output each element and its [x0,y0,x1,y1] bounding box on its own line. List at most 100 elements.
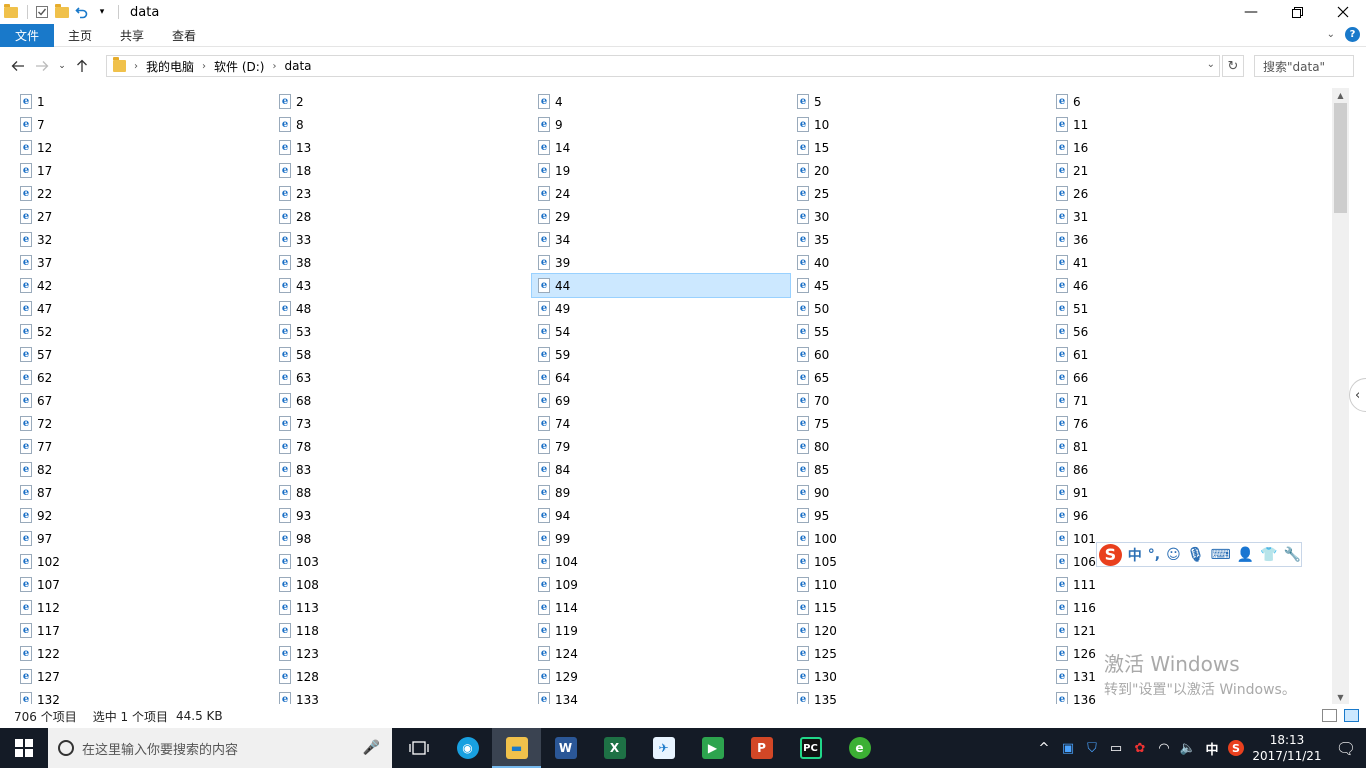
file-item[interactable]: e 72 [18,412,277,435]
file-item[interactable]: e 117 [18,619,277,642]
action-center-icon[interactable]: 🗨 [1326,728,1366,768]
file-item[interactable]: e 128 [277,665,536,688]
file-item[interactable]: e 56 [1054,320,1313,343]
file-item[interactable]: e 37 [18,251,277,274]
taskbar-app-pycharm[interactable]: PC [786,728,835,768]
file-item[interactable]: e 107 [18,573,277,596]
file-item[interactable]: e 130 [795,665,1054,688]
file-item[interactable]: e 39 [536,251,795,274]
file-item[interactable]: e 66 [1054,366,1313,389]
forward-button[interactable] [30,54,54,78]
ime-toolbar[interactable]: S 中 °, ☺ 🎙 ⌨ 👤 👕 🔧 [1096,542,1302,567]
restore-button[interactable] [1274,0,1320,24]
file-item[interactable]: e 68 [277,389,536,412]
chevron-right-icon[interactable]: › [272,61,276,72]
tab-home[interactable]: 主页 [54,24,106,47]
file-item[interactable]: e 124 [536,642,795,665]
file-item[interactable]: e 102 [18,550,277,573]
file-item[interactable]: e 10 [795,113,1054,136]
sogou-logo-icon[interactable]: S [1099,543,1122,566]
details-view-icon[interactable] [1322,709,1337,722]
customize-toolbar-dropdown[interactable]: ▾ [93,3,111,21]
file-item[interactable]: e 81 [1054,435,1313,458]
taskbar-app-word[interactable]: W [541,728,590,768]
file-item[interactable]: e 62 [18,366,277,389]
file-item[interactable]: e 40 [795,251,1054,274]
file-item[interactable]: e 47 [18,297,277,320]
file-item[interactable]: e 42 [18,274,277,297]
file-item[interactable]: e 113 [277,596,536,619]
file-item[interactable]: e 61 [1054,343,1313,366]
file-item[interactable]: e 135 [795,688,1054,704]
microphone-icon[interactable]: 🎙 [1187,547,1205,563]
emoji-icon[interactable]: ☺ [1166,547,1181,563]
file-item[interactable]: e 30 [795,205,1054,228]
file-item[interactable]: e 95 [795,504,1054,527]
file-item[interactable]: e2 [277,90,536,113]
taskbar-app-browser[interactable]: e [835,728,884,768]
task-view-button[interactable] [394,728,443,768]
file-item[interactable]: e 14 [536,136,795,159]
file-item[interactable]: e 90 [795,481,1054,504]
taskbar-app-video[interactable]: ▶ [688,728,737,768]
file-item[interactable]: e 33 [277,228,536,251]
scroll-up-icon[interactable]: ▲ [1332,88,1349,102]
file-item[interactable]: e 125 [795,642,1054,665]
security-shield-icon[interactable]: ⛉ [1080,728,1104,768]
file-item[interactable]: e 96 [1054,504,1313,527]
volume-icon[interactable]: 🔈 [1176,728,1200,768]
properties-icon[interactable] [33,3,51,21]
file-item[interactable]: e 67 [18,389,277,412]
file-item[interactable]: e 129 [536,665,795,688]
file-item[interactable]: e 76 [1054,412,1313,435]
file-item[interactable]: e 111 [1054,573,1313,596]
taskbar-app-excel[interactable]: X [590,728,639,768]
back-button[interactable] [6,54,30,78]
ime-punctuation-toggle[interactable]: °, [1148,547,1160,563]
tab-share[interactable]: 共享 [106,24,158,47]
show-hidden-icons-icon[interactable]: ^ [1032,728,1056,768]
file-item[interactable]: e 89 [536,481,795,504]
recent-locations-dropdown[interactable]: ⌄ [54,54,70,78]
file-item[interactable]: e5 [795,90,1054,113]
tab-file[interactable]: 文件 [0,23,55,47]
address-bar[interactable]: › 我的电脑 › 软件 (D:) › data ⌄ [106,55,1220,77]
up-button[interactable] [70,54,94,78]
file-item[interactable]: e 120 [795,619,1054,642]
taskbar-app-file-explorer[interactable]: ▬ [492,728,541,768]
file-item[interactable]: e 112 [18,596,277,619]
file-item[interactable]: e 27 [18,205,277,228]
file-item[interactable]: e 98 [277,527,536,550]
file-item[interactable]: e 55 [795,320,1054,343]
file-item[interactable]: e 18 [277,159,536,182]
clock[interactable]: 18:13 2017/11/21 [1248,732,1326,764]
file-item[interactable]: e 87 [18,481,277,504]
file-item[interactable]: e 35 [795,228,1054,251]
file-item[interactable]: e 80 [795,435,1054,458]
file-item[interactable]: e 45 [795,274,1054,297]
address-dropdown-icon[interactable]: ⌄ [1207,59,1215,70]
file-item[interactable]: e 60 [795,343,1054,366]
folder-icon[interactable] [2,3,20,21]
file-item[interactable]: e 103 [277,550,536,573]
file-item[interactable]: e 13 [277,136,536,159]
chevron-right-icon[interactable]: › [202,61,206,72]
file-item[interactable]: e 110 [795,573,1054,596]
skin-shirt-icon[interactable]: 👕 [1260,547,1277,563]
file-list-view[interactable]: e 1 e 2 e 4 e 5 e 6 e 7 e 8 e 9 e 10 e 11 e 12 e 13 e 14 e 15 e 16 e 17… [0,88,1332,704]
microphone-icon[interactable]: 🎤 [363,740,380,756]
file-item[interactable]: e 86 [1054,458,1313,481]
settings-wrench-icon[interactable]: 🔧 [1284,547,1301,563]
taskbar-app-bird[interactable]: ✈ [639,728,688,768]
wifi-icon[interactable]: ◠ [1152,728,1176,768]
file-item[interactable]: e 94 [536,504,795,527]
help-icon[interactable]: ? [1345,27,1360,42]
file-item[interactable]: e 114 [536,596,795,619]
file-item[interactable]: e7 [18,113,277,136]
file-item[interactable]: e 44 [531,273,791,298]
file-item[interactable]: e 99 [536,527,795,550]
file-item[interactable]: e 123 [277,642,536,665]
file-item[interactable]: e6 [1054,90,1313,113]
file-item[interactable]: e 52 [18,320,277,343]
file-item[interactable]: e 64 [536,366,795,389]
